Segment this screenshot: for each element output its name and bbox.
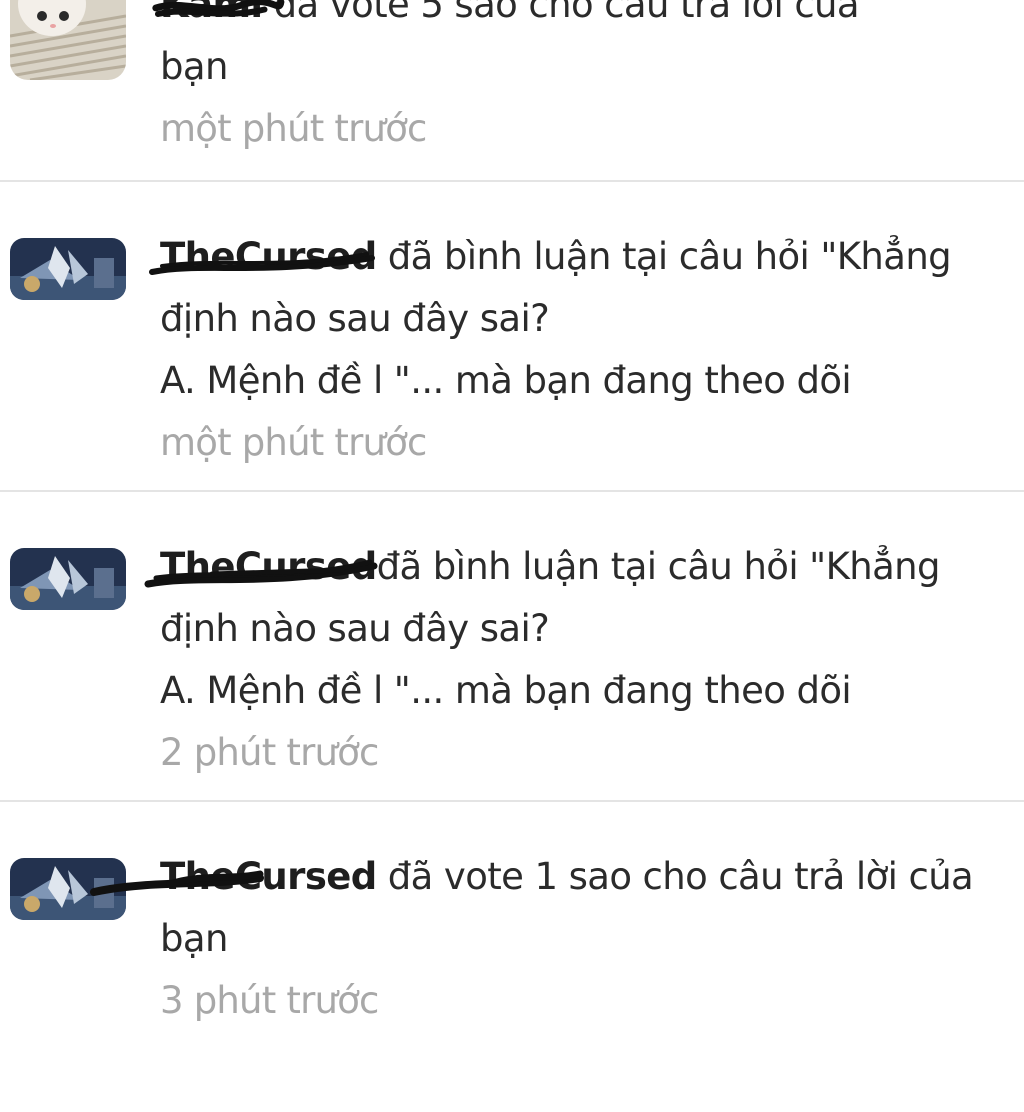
- notification-line-2: định nào sau đây sai?: [160, 607, 550, 650]
- username[interactable]: TheCursed: [160, 536, 377, 598]
- anime-avatar-icon[interactable]: [10, 238, 126, 300]
- notification-item[interactable]: Kami đã vote 5 sao cho câu trả lời của b…: [0, 0, 1024, 182]
- notification-time: một phút trước: [160, 421, 427, 464]
- notification-list: Kami đã vote 5 sao cho câu trả lời của b…: [0, 0, 1024, 1112]
- notification-line-2: định nào sau đây sai?: [160, 297, 550, 340]
- anime-avatar-icon[interactable]: [10, 548, 126, 610]
- username[interactable]: TheCursed: [160, 226, 377, 288]
- notification-line-2: bạn: [160, 917, 228, 960]
- notification-line-1: TheCursed đã vote 1 sao cho câu trả lời …: [90, 846, 1016, 908]
- notification-line-3: A. Mệnh đề l "... mà bạn đang theo dõi: [160, 359, 852, 402]
- notification-time: 2 phút trước: [160, 731, 379, 774]
- notification-text: Kami đã vote 5 sao cho câu trả lời của b…: [152, 0, 1016, 160]
- notification-action: đã bình luận tại câu hỏi "Khẳng: [376, 235, 952, 278]
- anime-avatar-icon[interactable]: [10, 858, 126, 920]
- notification-text: TheCursed đã bình luận tại câu hỏi "Khẳng…: [144, 536, 1016, 784]
- notification-action: đã vote 5 sao cho câu trả lời của: [262, 0, 860, 26]
- notification-action: đã vote 1 sao cho câu trả lời của: [376, 855, 974, 898]
- notification-item[interactable]: TheCursed đã vote 1 sao cho câu trả lời …: [0, 802, 1024, 1112]
- notification-line-1: Kami đã vote 5 sao cho câu trả lời của: [152, 0, 1016, 36]
- notification-item[interactable]: TheCursed đã bình luận tại câu hỏi "Khẳng…: [0, 492, 1024, 802]
- notification-line-3: A. Mệnh đề l "... mà bạn đang theo dõi: [160, 669, 852, 712]
- notification-action: đã bình luận tại câu hỏi "Khẳng: [376, 545, 941, 588]
- cat-avatar-icon[interactable]: [10, 0, 126, 80]
- username[interactable]: Kami: [160, 0, 263, 36]
- notification-line-2: bạn: [160, 45, 228, 88]
- notification-line-1: TheCursed đã bình luận tại câu hỏi "Khẳng: [144, 536, 1016, 598]
- notification-text: TheCursed đã vote 1 sao cho câu trả lời …: [90, 846, 1016, 1032]
- notification-line-1: TheCursed đã bình luận tại câu hỏi "Khẳn…: [149, 226, 1016, 288]
- notification-time: một phút trước: [160, 107, 427, 150]
- username[interactable]: TheCursed: [160, 846, 377, 908]
- notification-text: TheCursed đã bình luận tại câu hỏi "Khẳn…: [149, 226, 1016, 474]
- notification-item[interactable]: TheCursed đã bình luận tại câu hỏi "Khẳn…: [0, 182, 1024, 492]
- notification-time: 3 phút trước: [160, 979, 379, 1022]
